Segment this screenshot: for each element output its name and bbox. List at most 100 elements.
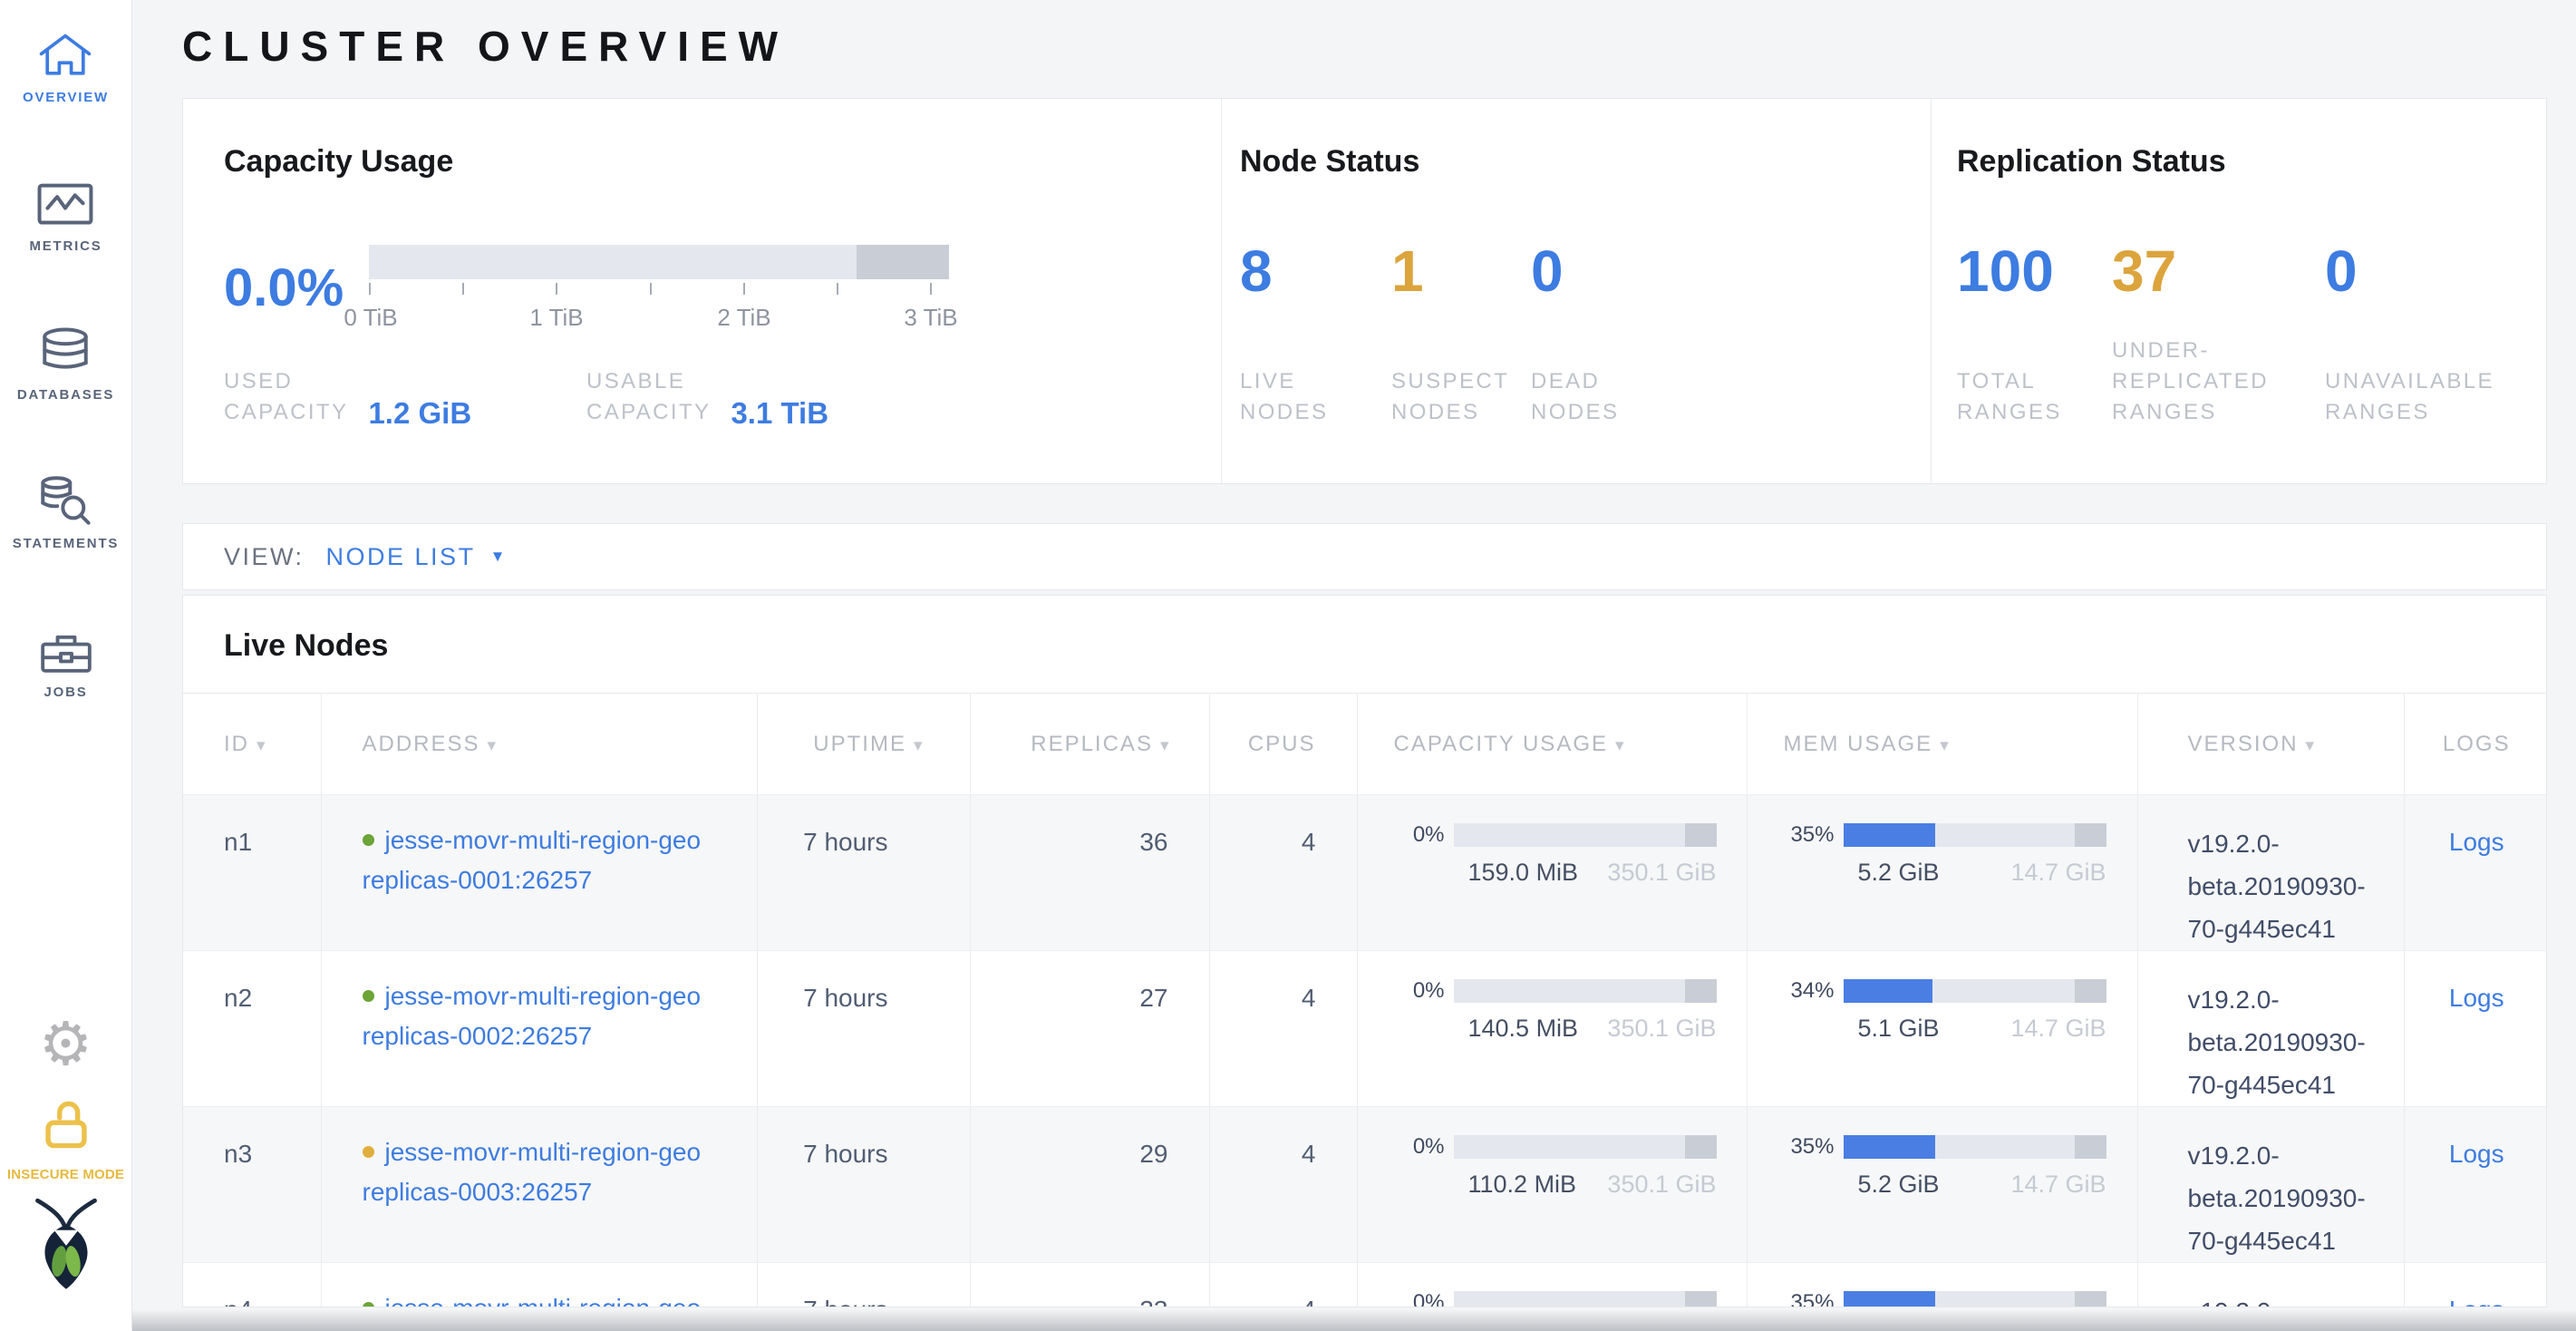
stat-value: 0 (2325, 245, 2494, 297)
node-cpus-cell: 4 (1209, 951, 1357, 1107)
node-address-cell: jesse-movr-multi-region-geo replicas-000… (321, 951, 757, 1107)
sort-arrow-icon: ▾ (257, 736, 267, 755)
lock-open-icon (40, 1143, 92, 1159)
sidebar-item-label: JOBS (44, 685, 87, 700)
node-id-cell: n2 (183, 951, 321, 1107)
node-logs-link[interactable]: Logs (2449, 1140, 2504, 1168)
node-replicas-cell: 27 (970, 951, 1209, 1107)
column-header-2d[interactable]: UPTIME▾ (757, 694, 970, 795)
mem-meter-cap (2075, 979, 2106, 1003)
node-address-link[interactable]: jesse-movr-multi-region-geo replicas-000… (363, 976, 702, 1056)
column-header-5d[interactable]: CAPACITY USAGE▾ (1357, 694, 1747, 795)
stat-label: UNAVAILABLE RANGES (2325, 366, 2494, 428)
usable-capacity-stat: USABLE CAPACITY 3.1 TiB (586, 366, 828, 428)
node-address-cell: jesse-movr-multi-region-geo replicas-000… (321, 1263, 757, 1308)
node-version-cell: v19.2.0- beta.20190930- 70-g445ec41 (2137, 951, 2404, 1107)
stat-label: DEAD NODES (1531, 366, 1619, 428)
sort-arrow-icon: ▾ (488, 736, 499, 755)
node-memory-cell: 35% 5.2 GiB 14.7 GiB (1747, 1107, 2137, 1263)
sort-arrow-icon: ▾ (1615, 736, 1626, 755)
sort-arrow-icon: ▾ (1940, 736, 1951, 755)
column-header-1d[interactable]: ADDRESS▾ (321, 694, 757, 795)
capacity-usage-meter: 0% 106.9 MiB 350.1 GiB (1393, 1290, 1746, 1307)
sidebar-item-3d[interactable]: STATEMENTS (13, 470, 119, 551)
column-header-8d[interactable]: LOGS (2404, 694, 2547, 795)
sidebar: OVERVIEW METRICS DAT (0, 0, 132, 1331)
node-memory-cell: 34% 5.1 GiB 14.7 GiB (1747, 951, 2137, 1107)
node-logs-cell: Logs (2404, 1107, 2547, 1263)
sidebar-item-4d[interactable]: JOBS (38, 618, 94, 700)
node-id-cell: n1 (183, 795, 321, 951)
node-cpus-cell: 4 (1209, 795, 1357, 951)
replication-status-title: Replication Status (1957, 144, 2546, 180)
gear-icon[interactable]: ⚙ (0, 1008, 131, 1079)
capacity-meter-cap (1685, 1291, 1717, 1307)
used-capacity-label: USED CAPACITY (224, 366, 348, 428)
mem-usage-meter: 35% 5.2 GiB 14.7 GiB (1783, 1290, 2136, 1307)
view-dropdown[interactable]: NODE LIST ▼ (326, 543, 506, 571)
node-cpus-cell: 4 (1209, 1107, 1357, 1263)
column-header-0d[interactable]: ID▾ (183, 694, 321, 795)
node-uptime-cell: 7 hours (757, 1107, 970, 1263)
node-logs-link[interactable]: Logs (2449, 984, 2504, 1012)
node-id-cell: n4 (183, 1263, 321, 1308)
capacity-axis-ticks (369, 283, 949, 296)
node-address-link[interactable]: jesse-movr-multi-region-geo replicas-000… (363, 1288, 702, 1307)
sidebar-item-1d[interactable]: METRICS (29, 172, 102, 254)
1con (36, 172, 94, 230)
column-header-7d[interactable]: VERSION▾ (2137, 694, 2404, 795)
live-nodes-panel: Live Nodes ID▾ ADDRESS▾ UPTIME▾ REPLICAS… (182, 595, 2547, 1307)
capacity-bar-cap-segment (857, 245, 949, 279)
node-uptime-cell: 7 hours (757, 795, 970, 951)
node-replicas-cell: 29 (970, 1107, 1209, 1263)
column-header-4d[interactable]: CPUS (1209, 694, 1357, 795)
node-id-cell: n3 (183, 1107, 321, 1263)
chevron-down-icon: ▼ (490, 548, 506, 566)
node-address-cell: jesse-movr-multi-region-geo replicas-000… (321, 1107, 757, 1263)
stat-block: 1 SUSPECT NODES (1391, 245, 1531, 428)
insecure-mode-indicator: INSECURE MODE (0, 1093, 131, 1182)
column-header-3d[interactable]: REPLICAS▾ (970, 694, 1209, 795)
mem-meter-fill (1844, 1291, 1936, 1307)
capacity-axis-labels: 0 TiB 1 TiB 2 TiB 3 TiB (369, 304, 949, 331)
node-version-cell: v19.2.0- beta.20190930- 70-g445ec41 (2137, 795, 2404, 951)
stat-value: 37 (2112, 245, 2325, 297)
sort-arrow-icon: ▾ (2306, 736, 2317, 755)
capacity-meter-cap (1685, 823, 1717, 847)
node-logs-link[interactable]: Logs (2449, 1296, 2504, 1307)
replication-status-panel: Replication Status 100 TOTAL RANGES 37 U… (1931, 99, 2546, 483)
mem-meter-fill (1844, 979, 1933, 1003)
live-nodes-title: Live Nodes (224, 628, 2546, 664)
node-replicas-cell: 36 (970, 795, 1209, 951)
node-address-link[interactable]: jesse-movr-multi-region-geo replicas-000… (363, 1132, 702, 1212)
mem-meter-track (1844, 1135, 2106, 1159)
column-header-6d[interactable]: MEM USAGE▾ (1747, 694, 2137, 795)
cluster-summary-card: Capacity Usage 0.0% 0 TiB (182, 98, 2547, 484)
insecure-mode-label: INSECURE MODE (0, 1167, 131, 1182)
node-logs-cell: Logs (2404, 795, 2547, 951)
stat-label: SUSPECT NODES (1391, 366, 1531, 428)
mem-meter-fill (1844, 1135, 1936, 1159)
node-capacity-cell: 0% 110.2 MiB 350.1 GiB (1357, 1107, 1747, 1263)
node-address-cell: jesse-movr-multi-region-geo replicas-000… (321, 795, 757, 951)
capacity-meter-track (1454, 1135, 1717, 1159)
node-logs-link[interactable]: Logs (2449, 828, 2504, 856)
node-address-link[interactable]: jesse-movr-multi-region-geo replicas-000… (363, 821, 702, 900)
cockroachdb-logo-icon[interactable] (0, 1193, 131, 1295)
stat-value: 1 (1391, 245, 1531, 297)
usable-capacity-value: 3.1 TiB (731, 396, 828, 431)
sidebar-item-label: DATABASES (17, 387, 114, 403)
mem-meter-track (1844, 823, 2106, 847)
stat-value: 0 (1531, 245, 1619, 297)
node-status-title: Node Status (1240, 144, 1931, 180)
stat-value: 8 (1240, 245, 1391, 297)
sidebar-item-0d[interactable]: OVERVIEW (23, 24, 109, 105)
capacity-usage-panel: Capacity Usage 0.0% 0 TiB (183, 99, 1221, 483)
sidebar-item-2d[interactable]: DATABASES (17, 321, 114, 403)
capacity-bar-track (369, 245, 949, 279)
stat-block: 100 TOTAL RANGES (1957, 245, 2112, 428)
capacity-meter-cap (1685, 979, 1717, 1003)
node-row: n2 jesse-movr-multi-region-geo replicas-… (183, 951, 2547, 1107)
node-capacity-cell: 0% 106.9 MiB 350.1 GiB (1357, 1263, 1747, 1308)
bottom-shadow (132, 1309, 2576, 1331)
